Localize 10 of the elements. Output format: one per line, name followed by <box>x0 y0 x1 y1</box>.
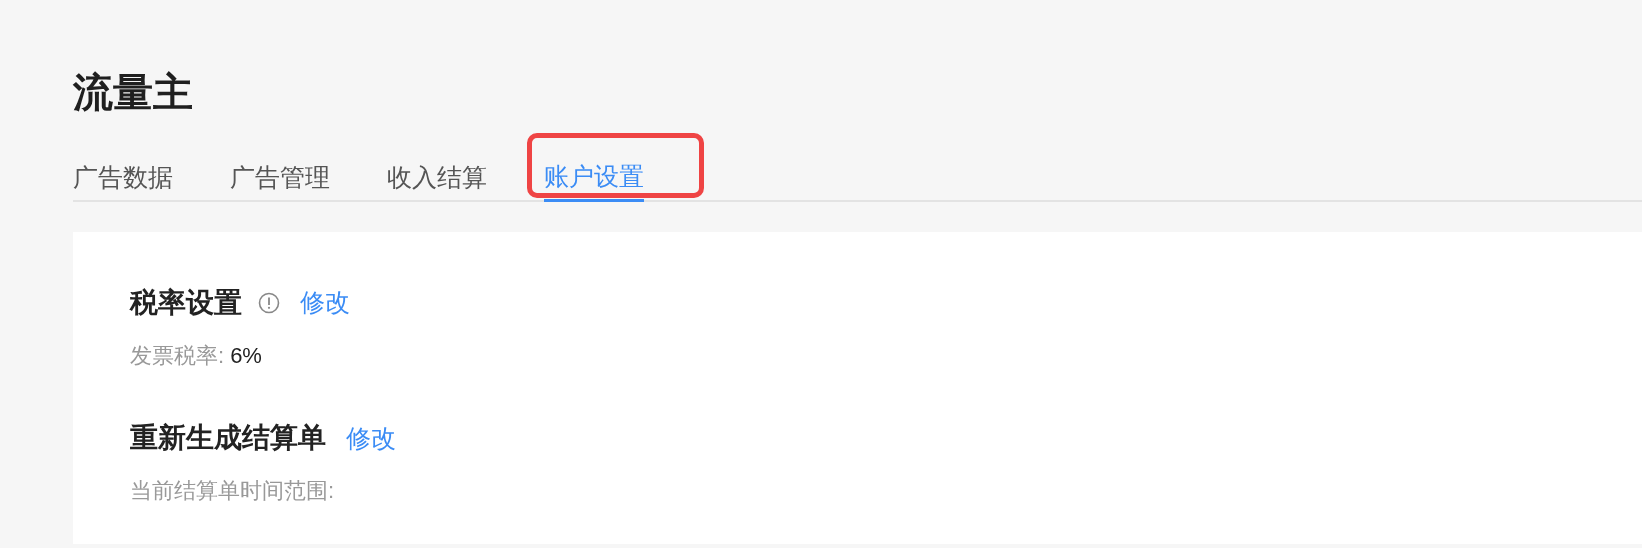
tab[interactable]: 广告数据 <box>73 152 173 202</box>
page-title: 流量主 <box>73 69 194 116</box>
field-value: 6% <box>230 341 262 370</box>
section-title: 重新生成结算单 <box>130 421 326 456</box>
tab[interactable]: 收入结算 <box>387 152 487 202</box>
info-icon[interactable] <box>258 291 280 314</box>
tab[interactable]: 广告管理 <box>230 152 330 202</box>
field-label: 发票税率: <box>130 341 225 370</box>
field-label: 当前结算单时间范围: <box>130 477 335 505</box>
section-title: 税率设置 <box>130 285 242 320</box>
